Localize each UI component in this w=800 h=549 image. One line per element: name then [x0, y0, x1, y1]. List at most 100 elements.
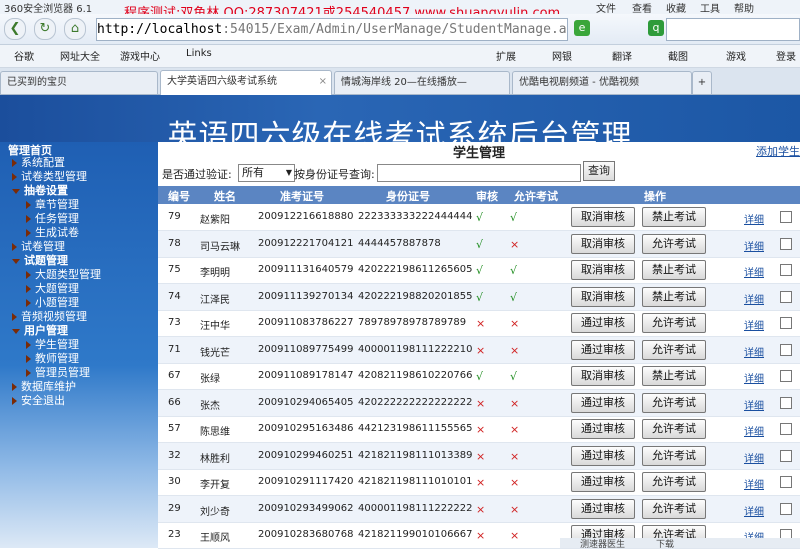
row-checkbox[interactable]: [780, 291, 792, 303]
caret-down-icon: [12, 188, 20, 194]
toggle-verify-button[interactable]: 通过审核: [571, 340, 635, 360]
caret-right-icon: [12, 173, 17, 181]
detail-link[interactable]: 详细: [744, 503, 764, 518]
toggle-verify-button[interactable]: 通过审核: [571, 393, 635, 413]
toggle-exam-button[interactable]: 允许考试: [642, 419, 706, 439]
cell-exam-number: 200910294065405: [258, 397, 354, 408]
detail-link[interactable]: 详细: [744, 450, 764, 465]
caret-right-icon: [26, 341, 31, 349]
id-number-input[interactable]: [377, 164, 581, 182]
new-tab-icon[interactable]: +: [692, 71, 712, 94]
url-input[interactable]: http://localhost:54015/Exam/Admin/UserMa…: [96, 18, 568, 41]
toggle-verify-button[interactable]: 取消审核: [571, 207, 635, 227]
tab-bought-items[interactable]: 已买到的宝贝: [0, 71, 158, 94]
detail-link[interactable]: 详细: [744, 317, 764, 332]
toggle-verify-button[interactable]: 取消审核: [571, 287, 635, 307]
search-input[interactable]: [666, 18, 800, 41]
compat-mode-icon[interactable]: e: [574, 20, 590, 36]
fav-url-directory[interactable]: 网址大全: [60, 48, 100, 63]
menu-file[interactable]: 文件: [596, 0, 616, 15]
cell-exam-number: 200910295163486: [258, 423, 354, 434]
cell-name: 李开复: [200, 480, 230, 491]
detail-link[interactable]: 详细: [744, 476, 764, 491]
menu-favorites[interactable]: 收藏: [666, 0, 686, 15]
toggle-verify-button[interactable]: 取消审核: [571, 366, 635, 386]
detail-link[interactable]: 详细: [744, 264, 764, 279]
banner-title: 英语四六级在线考试系统后台管理: [167, 119, 633, 142]
home-icon[interactable]: ⌂: [64, 18, 86, 40]
status-download[interactable]: 下载: [656, 538, 674, 548]
row-checkbox[interactable]: [780, 238, 792, 250]
verify-filter-select[interactable]: 所有 ▼: [238, 164, 295, 182]
row-checkbox[interactable]: [780, 370, 792, 382]
search-engine-icon[interactable]: q: [648, 20, 664, 36]
toolbar-translate[interactable]: 翻译: [612, 48, 632, 63]
toggle-verify-button[interactable]: 通过审核: [571, 472, 635, 492]
verify-filter-value: 所有: [242, 166, 264, 179]
row-checkbox[interactable]: [780, 476, 792, 488]
toolbar-screenshot[interactable]: 截图: [668, 48, 688, 63]
cell-id-card: 222333333222444444: [358, 211, 473, 222]
fav-links[interactable]: Links: [186, 48, 212, 59]
toolbar-ebank[interactable]: 网银: [552, 48, 572, 63]
query-button[interactable]: 查询: [583, 161, 615, 181]
row-checkbox[interactable]: [780, 344, 792, 356]
cell-verified: ×: [476, 529, 486, 542]
toggle-verify-button[interactable]: 取消审核: [571, 260, 635, 280]
row-checkbox[interactable]: [780, 317, 792, 329]
toggle-exam-button[interactable]: 允许考试: [642, 446, 706, 466]
caret-right-icon: [12, 383, 17, 391]
toggle-exam-button[interactable]: 允许考试: [642, 472, 706, 492]
col-exam-number: 准考证号: [280, 190, 324, 203]
toggle-verify-button[interactable]: 通过审核: [571, 419, 635, 439]
detail-link[interactable]: 详细: [744, 344, 764, 359]
table-row: 73 汪中华 200911083786227 78978978978789789 × × 通…: [158, 310, 800, 337]
detail-link[interactable]: 详细: [744, 397, 764, 412]
toolbar-games[interactable]: 游戏: [726, 48, 746, 63]
cell-exam-number: 200910299460251: [258, 450, 354, 461]
row-checkbox[interactable]: [780, 397, 792, 409]
table-row: 74 江泽民 200911139270134 420222198820201855 √ √…: [158, 284, 800, 311]
toggle-exam-button[interactable]: 禁止考试: [642, 366, 706, 386]
tab-video-play[interactable]: 情城海岸线 20—在线播放—: [334, 71, 510, 94]
tab-youku[interactable]: 优酷电视剧频道 - 优酷视频: [512, 71, 692, 94]
status-doctor[interactable]: 测速器医生: [580, 538, 625, 548]
detail-link[interactable]: 详细: [744, 238, 764, 253]
toggle-exam-button[interactable]: 允许考试: [642, 393, 706, 413]
toggle-exam-button[interactable]: 允许考试: [642, 313, 706, 333]
sidebar-item[interactable]: 安全退出: [12, 392, 65, 408]
toggle-exam-button[interactable]: 允许考试: [642, 340, 706, 360]
toggle-verify-button[interactable]: 取消审核: [571, 234, 635, 254]
detail-link[interactable]: 详细: [744, 423, 764, 438]
menu-help[interactable]: 帮助: [734, 0, 754, 15]
detail-link[interactable]: 详细: [744, 370, 764, 385]
toggle-exam-button[interactable]: 禁止考试: [642, 207, 706, 227]
detail-link[interactable]: 详细: [744, 291, 764, 306]
toolbar-login[interactable]: 登录: [776, 48, 796, 63]
add-student-link[interactable]: 添加学生: [756, 143, 800, 159]
row-checkbox[interactable]: [780, 450, 792, 462]
toolbar-extensions[interactable]: 扩展: [496, 48, 516, 63]
back-icon[interactable]: ❮: [4, 18, 26, 40]
toggle-exam-button[interactable]: 禁止考试: [642, 260, 706, 280]
toggle-verify-button[interactable]: 通过审核: [571, 499, 635, 519]
menu-view[interactable]: 查看: [632, 0, 652, 15]
cell-allow-exam: √: [510, 211, 518, 224]
toggle-exam-button[interactable]: 允许考试: [642, 499, 706, 519]
fav-game-center[interactable]: 游戏中心: [120, 48, 160, 63]
fav-google[interactable]: 谷歌: [14, 48, 34, 63]
detail-link[interactable]: 详细: [744, 211, 764, 226]
toggle-exam-button[interactable]: 允许考试: [642, 234, 706, 254]
close-icon[interactable]: ×: [319, 71, 327, 93]
toggle-exam-button[interactable]: 禁止考试: [642, 287, 706, 307]
menu-tools[interactable]: 工具: [700, 0, 720, 15]
row-checkbox[interactable]: [780, 423, 792, 435]
caret-down-icon: [12, 328, 20, 334]
tab-exam-system[interactable]: 大学英语四六级考试系统 ×: [160, 70, 332, 95]
toggle-verify-button[interactable]: 通过审核: [571, 313, 635, 333]
row-checkbox[interactable]: [780, 264, 792, 276]
refresh-icon[interactable]: ↻: [34, 18, 56, 40]
row-checkbox[interactable]: [780, 503, 792, 515]
row-checkbox[interactable]: [780, 211, 792, 223]
toggle-verify-button[interactable]: 通过审核: [571, 446, 635, 466]
